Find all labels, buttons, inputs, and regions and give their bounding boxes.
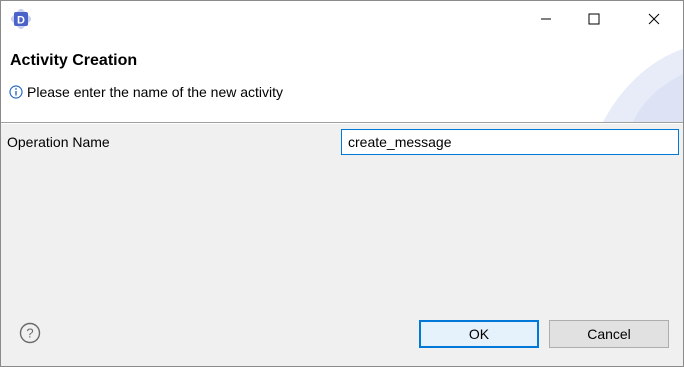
operation-name-input[interactable] bbox=[341, 129, 679, 155]
app-d-icon: D bbox=[10, 8, 32, 30]
maximize-button[interactable] bbox=[571, 1, 617, 39]
banner-message-text: Please enter the name of the new activit… bbox=[27, 84, 284, 100]
info-icon bbox=[9, 85, 23, 99]
help-icon[interactable]: ? bbox=[19, 322, 41, 344]
minimize-button[interactable] bbox=[523, 1, 569, 39]
svg-text:D: D bbox=[17, 15, 25, 27]
cancel-button[interactable]: Cancel bbox=[549, 320, 669, 348]
dialog-title: Activity Creation bbox=[10, 52, 138, 69]
banner-message: Please enter the name of the new activit… bbox=[9, 84, 283, 100]
close-icon bbox=[648, 12, 660, 28]
ok-button[interactable]: OK bbox=[419, 320, 539, 348]
maximize-icon bbox=[588, 12, 600, 28]
header-banner: Activity Creation Please enter the name … bbox=[1, 39, 683, 122]
title-bar: D bbox=[1, 1, 683, 39]
svg-text:?: ? bbox=[26, 326, 33, 341]
banner-decoration bbox=[603, 39, 683, 122]
operation-name-label: Operation Name bbox=[7, 134, 110, 150]
banner-separator-highlight bbox=[1, 123, 683, 124]
minimize-icon bbox=[540, 12, 552, 28]
dialog-window: D Activity Creation Please enter the nam… bbox=[0, 0, 684, 367]
close-button[interactable] bbox=[631, 1, 677, 39]
